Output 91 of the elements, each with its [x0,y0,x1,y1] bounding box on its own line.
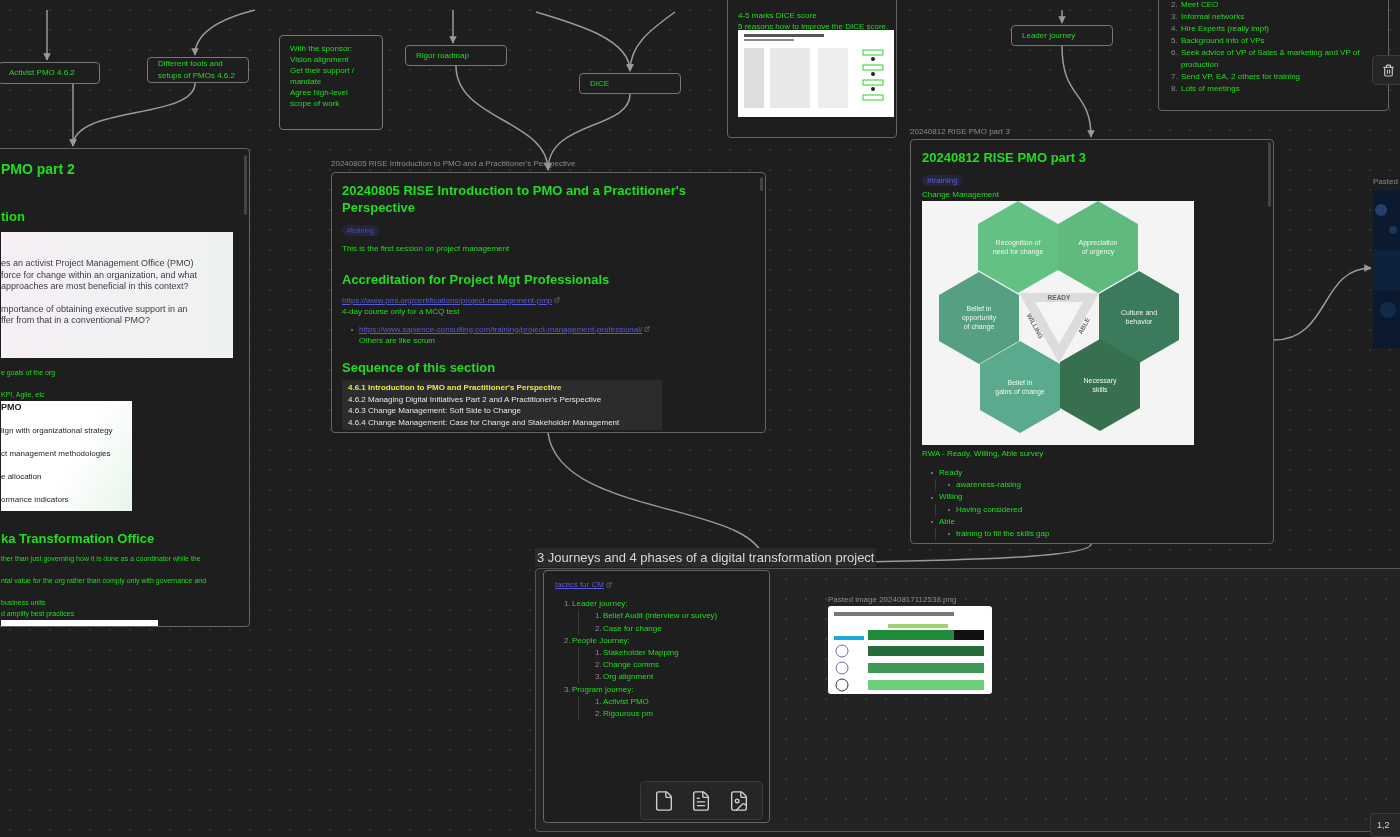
connector-arrow [1058,9,1066,24]
list-item: Meet CEO [1181,0,1219,11]
delete-button[interactable] [1372,55,1400,85]
list-number: 8. [1171,83,1179,95]
canvas-note[interactable]: Leader journey [1011,25,1113,46]
note-text: 5 reasons how to improve the DICE score. [738,21,889,32]
section-heading: tion [1,208,25,226]
slide-text: es an activist Project Management Office (PMO) [1,258,195,270]
list-number: 6. [1171,47,1179,59]
note-heading: 20240805 RISE Introduction to PMO and a Practitioner's Perspective [342,182,688,216]
card-label: Pasted [1373,176,1398,188]
list-item: Willing [939,491,963,504]
note-text: 4-5 marks DICE score [738,10,818,21]
list-number: 4. [1171,23,1179,35]
section-heading: Sequence of this section [342,358,497,377]
trash-icon [1382,63,1395,77]
list-item: People Journey: [572,634,630,647]
note-heading: PMO part 2 [1,160,75,179]
list-number: 2. [1171,0,1179,11]
external-link-icon [605,581,612,588]
connector-arrow [449,9,457,44]
list-item: Case for change [603,622,662,635]
note-card[interactable] [910,139,1274,544]
list-number: 1. [595,647,603,659]
group-label[interactable]: 3 Journeys and 4 phases of a digital transformation project [535,548,877,567]
slide-text: 4.6.4 Change Management: Case for Change and Stakeholder Management [348,416,621,428]
list-item: Having considered [956,503,1023,516]
list-item: Belief Audit (interview or survey) [603,610,718,623]
note-text: Others are like scrum [359,334,437,346]
connector-arrow [43,9,51,61]
list-number: 3. [564,683,572,696]
list-number: 3. [595,671,603,684]
list-number: 1. [564,598,572,611]
list-item: Change comms [603,659,660,672]
list-number: 1. [595,610,603,623]
note-text: Change Management [922,190,1000,200]
note-heading: 20240812 RISE PMO part 3 [922,150,1088,166]
note-card[interactable] [0,148,250,627]
slide-text: 4.6.1 Introduction to PMO and Practitioner's Perspective [348,382,563,394]
list-item: awareness-raising [956,479,1021,492]
list-item: Stakeholder Mapping [603,647,679,659]
list-item: Rigourous pm [603,708,653,721]
canvas-note[interactable]: With the sponsor: Vision alignment Get their support / mandate Agree high-level scope of work [279,35,383,130]
list-number: 1. [595,695,603,708]
list-item: Send VP, EA, 2 others for training [1181,71,1301,83]
card-label: Pasted image 20240817112538.png [828,594,957,606]
external-link-icon [644,326,651,333]
list-item: Leader journey: [572,598,628,611]
slide-text: force for change within an organization, and what [1,269,199,281]
canvas-note[interactable]: DICE [579,73,681,94]
slide-text: mportance of obtaining executive support in an [1,303,189,315]
note-card[interactable]: 4-5 marks DICE score 5 reasons how to improve the DICE score. [727,0,897,138]
slide-text: ormance indicators [1,494,70,505]
list-number: 2. [595,659,603,672]
list-number: 2. [595,708,603,721]
external-link-icon [554,297,561,304]
list-item: Seek advice of VP of Sales & marketing and VP of production [1181,47,1361,71]
list-item: Hire Experts (really impt) [1181,23,1269,35]
list-item: Lots of meetings [1181,83,1240,95]
slide-title: PMO [1,401,23,413]
list-item: Program journey: [572,683,634,696]
slide-text: 4.6.2 Managing Digital Initiatives Part 2 and A Practitioner's Perspective [348,393,603,405]
note-text: 4-day course only for a MCQ test [342,305,461,317]
canvas-note[interactable]: Rigor roadmap [405,45,507,66]
section-heading: ka Transformation Office [1,530,155,548]
list-number: 5. [1171,35,1179,47]
list-number: 7. [1171,71,1179,83]
list-item: Background info of VPs [1181,35,1265,47]
list-item: training to fill the skills gap [956,528,1050,540]
slide-text: lign with organizational strategy [1,425,114,436]
list-item: Activist PMO [603,695,649,708]
list-number: 3. [1171,11,1179,23]
note-text: This is the first session on project management [342,243,511,255]
list-number: 2. [595,622,603,635]
slide-text: approaches are most beneficial in this context? [1,281,190,293]
slide-text: ffer from that in a conventional PMO? [1,315,151,327]
canvas-note[interactable]: Different tools and setups of PMOs 4.6.2 [147,57,249,83]
section-heading: Accreditation for Project Mgt Professionals [342,271,611,289]
canvas-note[interactable]: Activist PMO 4.6.2 [0,62,100,84]
slide-text: 4.6.3 Change Management: Soft Side to Change [348,405,522,417]
slide-text: e allocation [1,471,43,482]
note-text: RWA - Ready, Willing, Able survey [922,448,1045,459]
card-label: 20240812 RISE PMO part 3 [910,126,1010,138]
list-number: 2. [564,634,572,647]
list-item: Able [939,515,955,528]
list-item: Ready [939,467,963,479]
list-item: Informal networks [1181,11,1245,23]
slide-text: ct management methodologies [1,448,112,459]
connector-arrow [191,9,256,56]
list-item: Org alignment [603,671,654,684]
zoom-indicator[interactable]: 1,2 [1370,813,1400,837]
